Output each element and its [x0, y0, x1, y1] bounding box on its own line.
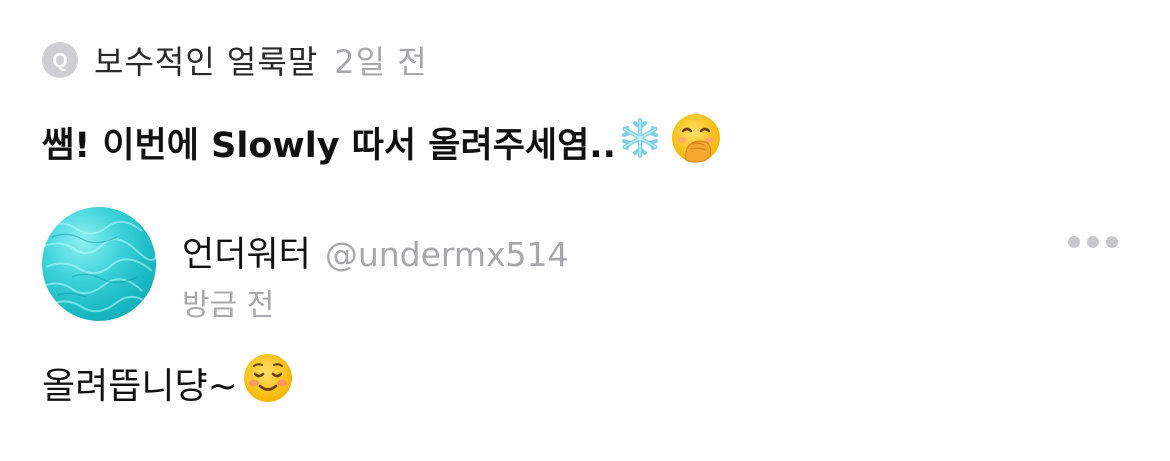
- author-line: 언더워터 @undermx514: [182, 226, 569, 277]
- question-header: Q 보수적인 얼룩말 2일 전: [42, 36, 428, 84]
- face-with-hand-over-mouth-icon: [670, 112, 722, 173]
- answer-text-row: 올려뜹니댱~: [42, 352, 294, 413]
- more-dots-icon[interactable]: [1068, 230, 1118, 254]
- snowflake-icon: [618, 116, 662, 169]
- question-badge-letter: Q: [52, 50, 68, 72]
- question-text-row: 쌤! 이번에 Slowly 따서 올려주세염..: [42, 112, 722, 173]
- author-name[interactable]: 언더워터: [182, 226, 311, 277]
- more-dot: [1087, 236, 1099, 248]
- asked-time: 2일 전: [334, 43, 428, 81]
- question-text: 쌤! 이번에 Slowly 따서 올려주세염..: [42, 126, 616, 166]
- question-badge-icon: Q: [42, 42, 78, 78]
- answer-text: 올려뜹니댱~: [42, 365, 238, 407]
- avatar[interactable]: [42, 207, 156, 321]
- author-handle[interactable]: @undermx514: [325, 235, 569, 274]
- smiling-face-icon: [242, 352, 294, 413]
- more-dot: [1106, 236, 1118, 248]
- asker-name: 보수적인 얼룩말: [94, 43, 319, 81]
- more-dot: [1068, 236, 1080, 248]
- answer-time: 방금 전: [182, 288, 275, 323]
